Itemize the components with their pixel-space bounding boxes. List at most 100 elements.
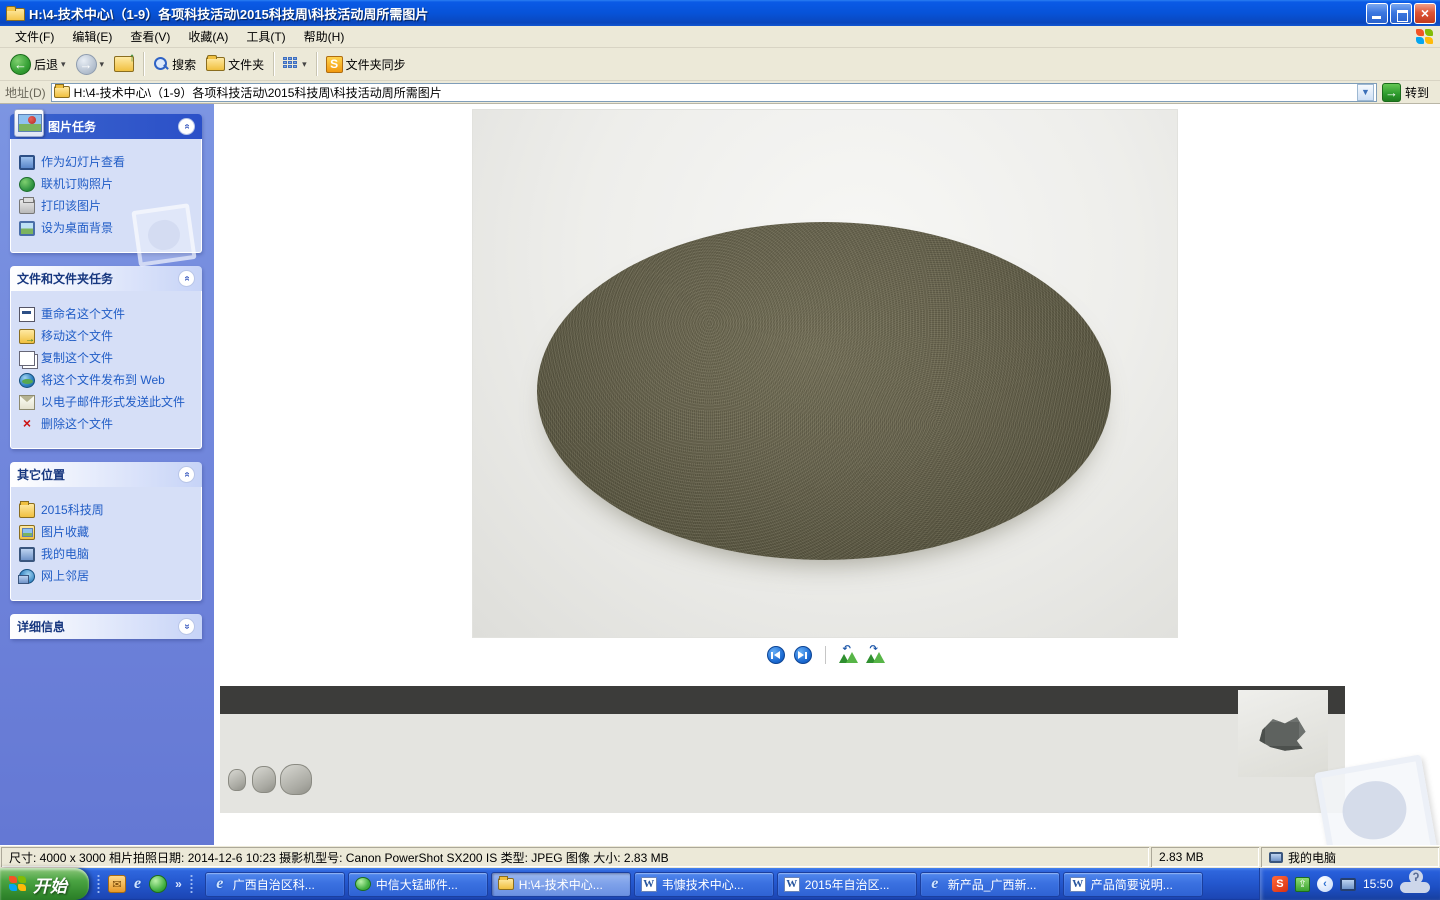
green-browser-icon[interactable] <box>149 875 167 893</box>
system-tray: S ⇪ ‹ 15:50 <box>1259 868 1440 900</box>
title-bar: H:\4-技术中心\（1-9）各项科技活动\2015科技周\科技活动周所需图片 … <box>0 0 1440 26</box>
filmstrip-view: ↶ ↷ W 2015年广西科技活动周（广西科技创新平... W 2015年广西新… <box>214 104 1440 845</box>
up-button[interactable] <box>110 54 138 74</box>
toolbar-grip[interactable] <box>97 874 100 894</box>
mail-app-icon <box>355 877 371 891</box>
task-move-file[interactable]: 移动这个文件 <box>19 329 195 344</box>
windows-logo-icon <box>1416 29 1434 45</box>
quick-launch-overflow-chevron[interactable]: » <box>175 877 182 891</box>
place-my-computer[interactable]: 我的电脑 <box>19 547 195 562</box>
clock[interactable]: 15:50 <box>1363 877 1393 891</box>
task-button[interactable]: 中信大锰邮件... <box>348 872 488 897</box>
task-order-prints-online[interactable]: 联机订购照片 <box>19 177 195 192</box>
task-button[interactable]: W 2015年自治区... <box>777 872 917 897</box>
other-places-panel: 其它位置 » 2015科技周 图片收藏 我的电脑 <box>10 462 202 601</box>
close-button[interactable]: × <box>1414 3 1436 24</box>
address-label: 地址(D) <box>5 84 46 101</box>
order-prints-icon <box>19 177 35 192</box>
task-button[interactable]: e 新产品_广西新... <box>920 872 1060 897</box>
menu-file[interactable]: 文件(F) <box>6 26 63 47</box>
back-button[interactable]: ← 后退 ▾ <box>6 52 70 77</box>
watermark <box>131 203 196 267</box>
internet-explorer-icon: e <box>931 875 938 893</box>
collapse-chevron-icon[interactable]: » <box>178 118 195 135</box>
status-file-size: 2.83 MB <box>1151 847 1259 867</box>
expand-chevron-icon[interactable]: » <box>178 618 195 635</box>
task-copy-file[interactable]: 复制这个文件 <box>19 351 195 366</box>
start-button[interactable]: 开始 <box>0 868 89 900</box>
menu-help[interactable]: 帮助(H) <box>295 26 354 47</box>
forward-button[interactable]: → ▾ <box>72 52 109 77</box>
usb-safety-tray-icon[interactable]: ⇪ <box>1295 877 1310 892</box>
collapse-chevron-icon[interactable]: » <box>178 466 195 483</box>
standard-buttons-toolbar: ← 后退 ▾ → ▾ 搜索 文件夹 ▾ S 文件夹同步 <box>0 48 1440 81</box>
taskbar: 开始 ✉ e » e 广西自治区科... 中信大锰邮件... H:\4-技术中心… <box>0 868 1440 900</box>
folder-window-icon <box>6 6 24 20</box>
task-pane: 图片任务 » 作为幻灯片查看 联机订购照片 打印该图片 <box>0 104 214 845</box>
network-icon <box>19 569 35 584</box>
task-button[interactable]: W 产品简要说明... <box>1063 872 1203 897</box>
filmstrip-controls: ↶ ↷ <box>473 646 1177 664</box>
forward-icon: → <box>76 54 97 75</box>
email-icon <box>19 395 35 410</box>
next-image-button[interactable] <box>794 646 812 664</box>
address-folder-icon <box>54 86 70 98</box>
window-title: H:\4-技术中心\（1-9）各项科技活动\2015科技周\科技活动周所需图片 <box>29 4 428 23</box>
toolbar-separator <box>316 52 317 76</box>
close-icon: × <box>1421 6 1429 20</box>
menu-tools[interactable]: 工具(T) <box>237 26 294 47</box>
views-dropdown-icon[interactable]: ▾ <box>302 59 307 70</box>
collapse-chevron-icon[interactable]: » <box>178 270 195 287</box>
picture-tasks-header[interactable]: 图片任务 » <box>10 114 202 139</box>
views-button[interactable]: ▾ <box>279 55 311 73</box>
file-thumbnail[interactable]: 锰铝压块m.JPG <box>1095 686 1220 813</box>
go-arrow-icon: → <box>1382 83 1401 102</box>
restore-button[interactable] <box>1390 3 1412 24</box>
internet-explorer-icon[interactable]: e <box>134 875 141 893</box>
place-2015-tech-week[interactable]: 2015科技周 <box>19 503 195 518</box>
task-view-as-slideshow[interactable]: 作为幻灯片查看 <box>19 155 195 170</box>
rotate-counterclockwise-button[interactable]: ↶ <box>839 648 857 663</box>
toolbar-grip[interactable] <box>190 874 193 894</box>
main-area: 图片任务 » 作为幻灯片查看 联机订购照片 打印该图片 <box>0 104 1440 845</box>
forward-dropdown-icon[interactable]: ▾ <box>100 59 105 70</box>
slideshow-icon <box>19 155 35 170</box>
minimize-button[interactable] <box>1366 3 1388 24</box>
go-button[interactable]: → 转到 <box>1382 83 1435 102</box>
task-button-active[interactable]: H:\4-技术中心... <box>491 872 631 897</box>
details-header[interactable]: 详细信息 » <box>10 614 202 639</box>
task-publish-to-web[interactable]: 将这个文件发布到 Web <box>19 373 195 388</box>
folders-icon <box>206 57 225 71</box>
task-button[interactable]: e 广西自治区科... <box>205 872 345 897</box>
menu-edit[interactable]: 编辑(E) <box>63 26 121 47</box>
address-dropdown-button[interactable]: ▼ <box>1357 84 1374 101</box>
word-document-icon: W <box>784 877 800 892</box>
place-network-neighborhood[interactable]: 网上邻居 <box>19 569 195 584</box>
preview-image[interactable] <box>473 110 1177 637</box>
picture-tasks-icon <box>14 109 44 137</box>
task-email-file[interactable]: 以电子邮件形式发送此文件 <box>19 395 195 410</box>
photo-thumbnail-flakes <box>1238 690 1328 777</box>
back-dropdown-icon[interactable]: ▾ <box>61 59 66 70</box>
previous-image-button[interactable] <box>767 646 785 664</box>
network-tray-icon[interactable] <box>1340 878 1356 891</box>
sogou-tray-icon[interactable]: S <box>1272 876 1288 892</box>
menu-favorites[interactable]: 收藏(A) <box>179 26 237 47</box>
place-my-pictures[interactable]: 图片收藏 <box>19 525 195 540</box>
folder-sync-button[interactable]: S 文件夹同步 <box>322 54 410 75</box>
folders-button[interactable]: 文件夹 <box>202 54 268 75</box>
up-folder-icon <box>114 56 134 72</box>
tray-collapse-chevron[interactable]: ‹ <box>1317 876 1333 892</box>
task-button[interactable]: W 韦慷技术中心... <box>634 872 774 897</box>
task-rename-file[interactable]: 重命名这个文件 <box>19 307 195 322</box>
cloud-tray-icon[interactable] <box>1400 876 1430 893</box>
file-folder-tasks-header[interactable]: 文件和文件夹任务 » <box>10 266 202 291</box>
outlook-icon[interactable]: ✉ <box>108 875 126 893</box>
address-input[interactable]: H:\4-技术中心\（1-9）各项科技活动\2015科技周\科技活动周所需图片 … <box>51 83 1377 102</box>
search-button[interactable]: 搜索 <box>149 54 200 75</box>
rotate-clockwise-button[interactable]: ↷ <box>866 648 884 663</box>
back-icon: ← <box>10 54 31 75</box>
other-places-header[interactable]: 其它位置 » <box>10 462 202 487</box>
task-delete-file[interactable]: × 删除这个文件 <box>19 417 195 432</box>
menu-view[interactable]: 查看(V) <box>121 26 179 47</box>
